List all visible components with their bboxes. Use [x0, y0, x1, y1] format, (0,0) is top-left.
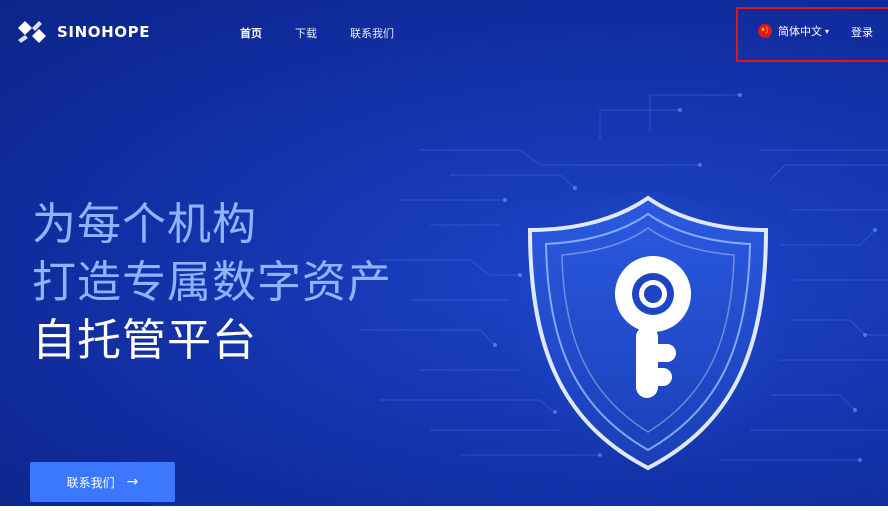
sinohope-logo-icon: [18, 21, 46, 43]
contact-us-button-label: 联系我们: [66, 475, 115, 490]
headline-line-1: 为每个机构: [32, 199, 257, 250]
contact-us-button[interactable]: 联系我们 →: [30, 462, 175, 502]
page-bottom-edge: [0, 506, 888, 511]
headline-line-2: 打造专属数字资产: [32, 257, 392, 308]
brand-name: SINOHOPE: [57, 23, 151, 41]
chevron-down-icon: ▾: [825, 26, 830, 36]
sinohope-logo[interactable]: SINOHOPE: [15, 19, 150, 45]
hero-headline: 为每个机构 打造专属数字资产 自托管平台: [32, 196, 392, 370]
china-flag-icon: [758, 24, 772, 38]
shield-key-illustration: [513, 192, 783, 472]
main-nav: 首页 下载 联系我们: [240, 25, 427, 41]
language-label: 简体中文: [778, 25, 822, 38]
login-link[interactable]: 登录: [851, 24, 873, 40]
nav-item-home[interactable]: 首页: [240, 25, 262, 41]
hero-page: SINOHOPE 首页 下载 联系我们 简体中文 ▾ 登录 为每个机构 打造专属…: [0, 0, 888, 506]
headline-line-3: 自托管平台: [32, 315, 257, 366]
nav-item-contact[interactable]: 联系我们: [350, 25, 394, 41]
language-selector[interactable]: 简体中文 ▾: [758, 23, 829, 39]
top-navigation-bar: SINOHOPE 首页 下载 联系我们 简体中文 ▾ 登录: [0, 0, 888, 62]
arrow-right-icon: →: [126, 474, 139, 490]
nav-item-download[interactable]: 下载: [295, 25, 317, 41]
